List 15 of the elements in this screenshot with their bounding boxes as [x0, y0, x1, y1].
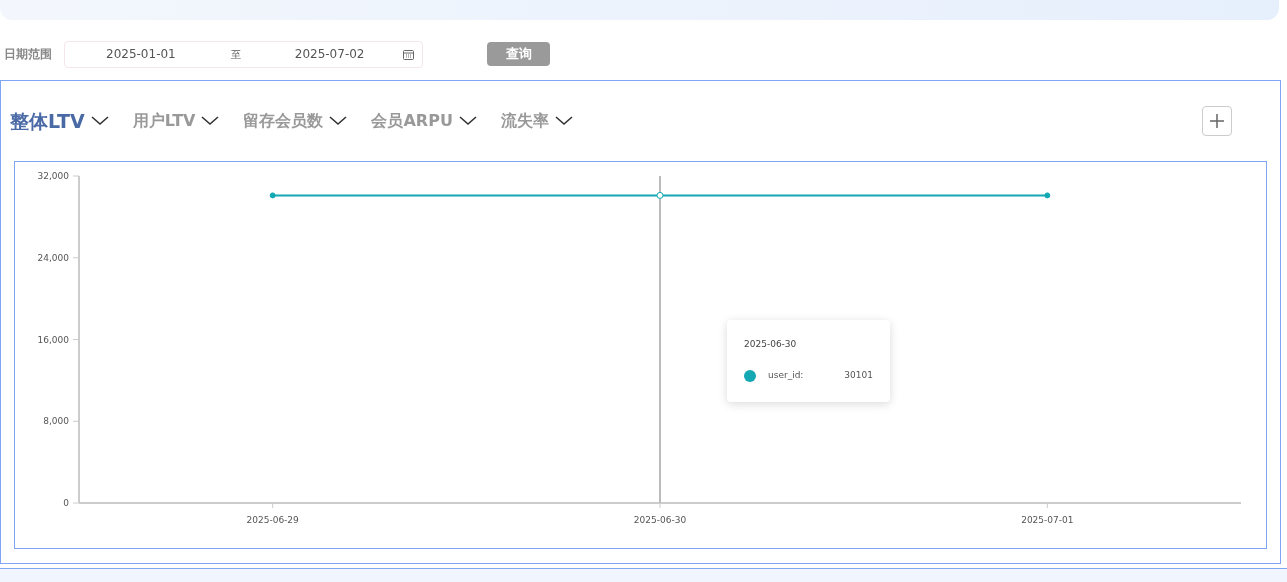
- y-axis-label: 8,000: [43, 416, 69, 427]
- y-axis-label: 16,000: [37, 334, 69, 345]
- end-date: 2025-07-02: [294, 46, 365, 63]
- date-range-label: 日期范围: [4, 46, 52, 63]
- series-label: user_id:: [768, 369, 804, 382]
- y-axis-label: 0: [63, 498, 69, 508]
- series-value: 30101: [844, 369, 873, 382]
- tooltip-date: 2025-06-30: [744, 340, 798, 349]
- range-separator: 至: [230, 47, 241, 62]
- x-axis-label: 2025-06-29: [246, 515, 299, 525]
- x-axis-label: 2025-07-01: [1021, 515, 1074, 525]
- y-axis-label: 32,000: [37, 171, 69, 181]
- x-axis-label: 2025-06-30: [633, 515, 687, 525]
- start-date: 2025-01-01: [106, 46, 176, 63]
- y-axis-label: 24,000: [37, 252, 69, 263]
